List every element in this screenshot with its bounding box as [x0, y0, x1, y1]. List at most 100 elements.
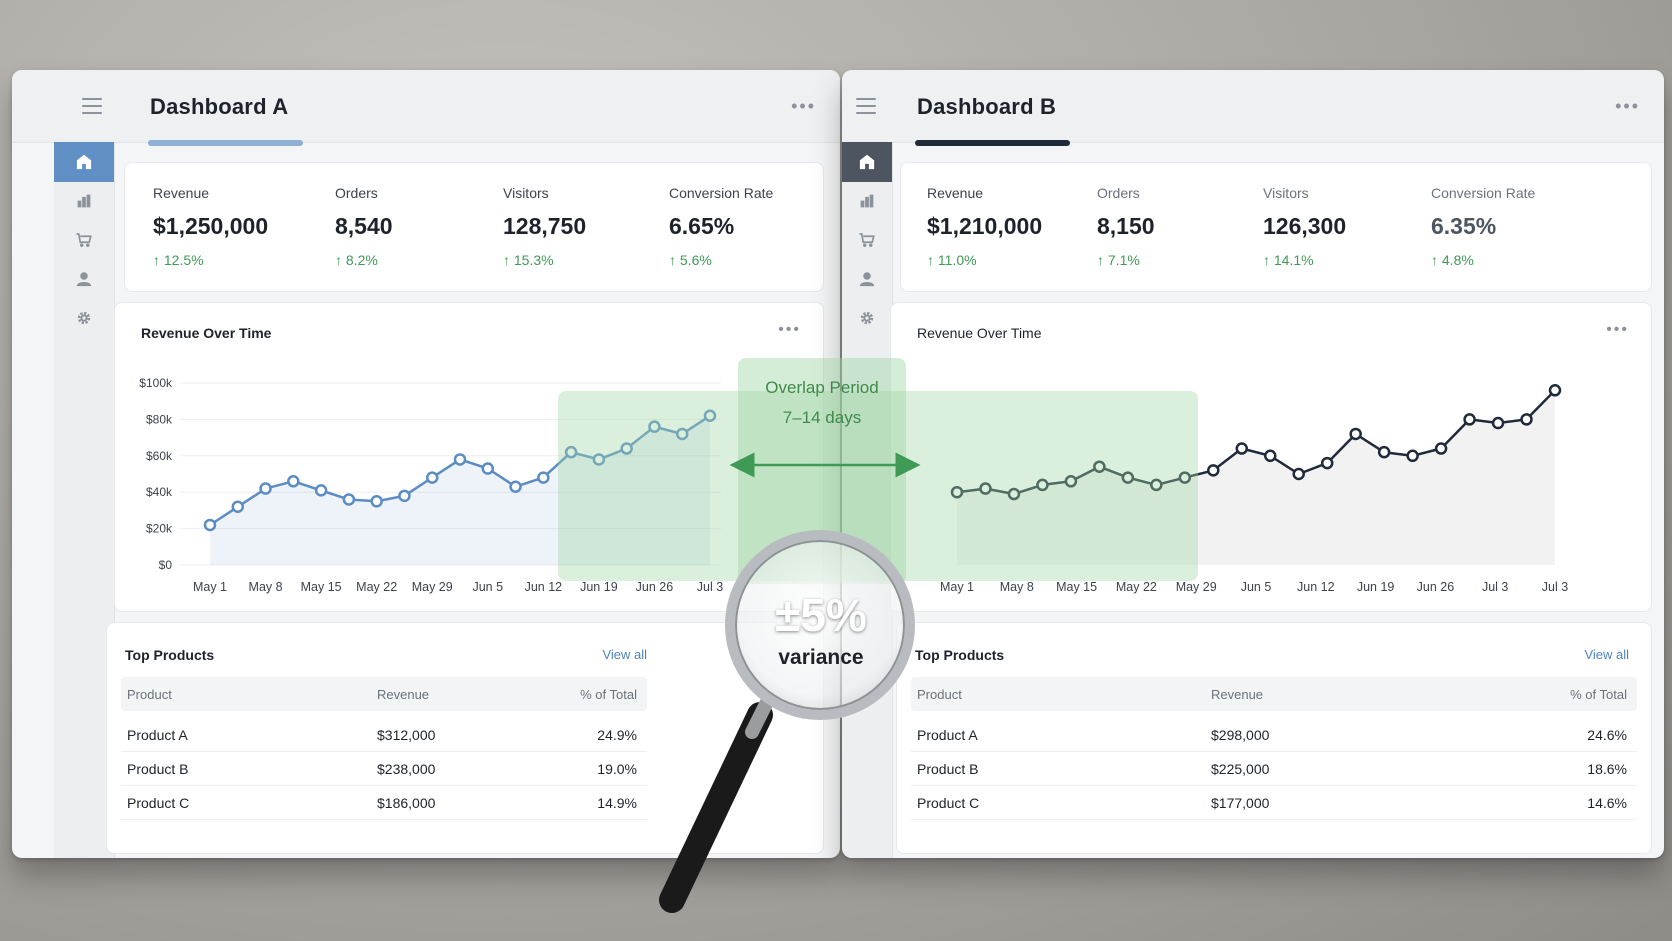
x-tick-label: May 22: [1116, 580, 1157, 594]
sidebar-item-gear[interactable]: [842, 298, 892, 338]
data-point[interactable]: [398, 489, 411, 503]
data-point[interactable]: [1320, 456, 1334, 470]
data-point[interactable]: [1349, 427, 1362, 441]
sidebar-item-home[interactable]: [842, 142, 892, 182]
sidebar-item-gear[interactable]: [54, 298, 114, 338]
view-all-link[interactable]: View all: [1584, 647, 1629, 662]
gear-icon: [77, 311, 91, 325]
data-point[interactable]: [509, 480, 522, 493]
kpi-visitors[interactable]: Visitors 126,300 ↑ 14.1%: [1263, 185, 1346, 268]
data-point[interactable]: [979, 482, 992, 495]
sidebar-item-cart[interactable]: [842, 220, 892, 260]
overlap-range: 7–14 days: [782, 408, 862, 427]
data-point[interactable]: [287, 475, 300, 488]
data-point[interactable]: [1377, 445, 1391, 459]
kpi-delta: ↑ 7.1%: [1097, 252, 1140, 268]
data-point[interactable]: [1406, 449, 1419, 463]
data-point[interactable]: [1292, 467, 1305, 481]
kpi-revenue[interactable]: Revenue $1,210,000 ↑ 11.0%: [927, 185, 1042, 268]
data-point[interactable]: [703, 409, 717, 423]
data-point[interactable]: [1150, 478, 1163, 492]
kpi-revenue[interactable]: Revenue $1,250,000 ↑ 12.5%: [153, 185, 268, 268]
top-products-card: Top Products View all Product Revenue % …: [106, 622, 824, 854]
data-point[interactable]: [648, 420, 661, 433]
data-point[interactable]: [1064, 475, 1078, 488]
kpi-value: 6.35%: [1431, 213, 1497, 239]
dashboard-b-panel: Dashboard B ••• Revenue $1,210,000 ↑ 11.…: [842, 70, 1664, 858]
data-point[interactable]: [950, 485, 964, 499]
column-header[interactable]: Product: [127, 687, 172, 702]
data-point[interactable]: [1036, 478, 1049, 492]
data-point[interactable]: [259, 482, 272, 495]
data-point[interactable]: [1548, 384, 1562, 397]
column-header[interactable]: % of Total: [1570, 687, 1627, 702]
x-tick-label: May 15: [1056, 580, 1097, 594]
column-header[interactable]: % of Total: [580, 687, 637, 702]
column-header[interactable]: Revenue: [1211, 687, 1263, 702]
kpi-conversion-rate[interactable]: Conversion Rate 6.65% ↑ 5.6%: [669, 185, 773, 268]
data-point[interactable]: [1178, 471, 1192, 484]
data-point[interactable]: [675, 427, 689, 441]
data-point[interactable]: [370, 495, 383, 508]
kpi-card: Revenue $1,210,000 ↑ 11.0% Orders 8,150 …: [900, 162, 1652, 292]
data-point[interactable]: [203, 518, 217, 532]
kpi-conversion-rate[interactable]: Conversion Rate 6.35% ↑ 4.8%: [1431, 185, 1535, 268]
table-row[interactable]: Product A $312,000 24.9%: [121, 717, 647, 752]
data-point[interactable]: [1121, 471, 1135, 484]
hamburger-menu-icon[interactable]: [82, 98, 102, 114]
data-point[interactable]: [620, 442, 633, 455]
data-point[interactable]: [1093, 460, 1106, 473]
more-options-icon[interactable]: •••: [791, 96, 816, 117]
data-point[interactable]: [592, 453, 606, 466]
column-header[interactable]: Revenue: [377, 687, 429, 702]
sidebar-item-chart[interactable]: [842, 181, 892, 221]
data-point[interactable]: [314, 484, 328, 497]
x-tick-label: Jul 3: [1482, 580, 1508, 594]
x-tick-label: Jun 12: [525, 580, 563, 594]
kpi-label: Orders: [335, 185, 378, 201]
kpi-label: Orders: [1097, 185, 1140, 201]
data-point[interactable]: [1263, 449, 1277, 463]
data-point[interactable]: [1207, 464, 1220, 477]
more-options-icon[interactable]: •••: [1615, 96, 1640, 117]
product-share: 14.9%: [597, 795, 637, 811]
data-point[interactable]: [1235, 442, 1249, 455]
data-point[interactable]: [537, 471, 550, 484]
sidebar-item-user[interactable]: [54, 259, 114, 299]
data-point[interactable]: [453, 453, 467, 466]
sidebar-item-chart[interactable]: [54, 181, 114, 221]
data-point[interactable]: [1007, 487, 1021, 501]
table-row[interactable]: Product A $298,000 24.6%: [911, 717, 1637, 752]
data-point[interactable]: [231, 500, 245, 514]
product-revenue: $177,000: [1211, 795, 1270, 811]
kpi-visitors[interactable]: Visitors 128,750 ↑ 15.3%: [503, 185, 586, 268]
table-row[interactable]: Product B $225,000 18.6%: [911, 751, 1637, 786]
data-point[interactable]: [564, 445, 578, 459]
product-revenue: $225,000: [1211, 761, 1270, 777]
data-point[interactable]: [1434, 442, 1448, 455]
sidebar-item-cart[interactable]: [54, 220, 114, 260]
kpi-label: Conversion Rate: [669, 185, 774, 201]
data-point[interactable]: [1520, 413, 1533, 426]
sidebar-item-home[interactable]: [54, 142, 114, 182]
view-all-link[interactable]: View all: [602, 647, 647, 662]
x-tick-label: Jun 12: [1297, 580, 1335, 594]
column-header[interactable]: Product: [917, 687, 962, 702]
kpi-delta: ↑ 4.8%: [1431, 252, 1474, 268]
data-point[interactable]: [1491, 416, 1505, 430]
data-point[interactable]: [425, 471, 439, 484]
data-point[interactable]: [342, 493, 356, 506]
kpi-orders[interactable]: Orders 8,540 ↑ 8.2%: [335, 185, 393, 268]
revenue-chart-card: Revenue Over Time ••• May 1 May 8 May 15 Ma…: [890, 302, 1652, 612]
data-point[interactable]: [1463, 413, 1476, 426]
kpi-orders[interactable]: Orders 8,150 ↑ 7.1%: [1097, 185, 1155, 268]
table-row[interactable]: Product C $177,000 14.6%: [911, 785, 1637, 820]
sidebar-item-user[interactable]: [842, 259, 892, 299]
kpi-label: Conversion Rate: [1431, 185, 1536, 201]
variance-value: ±5%: [775, 589, 867, 641]
top-products-card: Top Products View all Product Revenue % …: [896, 622, 1652, 854]
table-row[interactable]: Product B $238,000 19.0%: [121, 751, 647, 786]
data-point[interactable]: [481, 462, 495, 475]
table-row[interactable]: Product C $186,000 14.9%: [121, 785, 647, 820]
hamburger-menu-icon[interactable]: [856, 98, 876, 114]
